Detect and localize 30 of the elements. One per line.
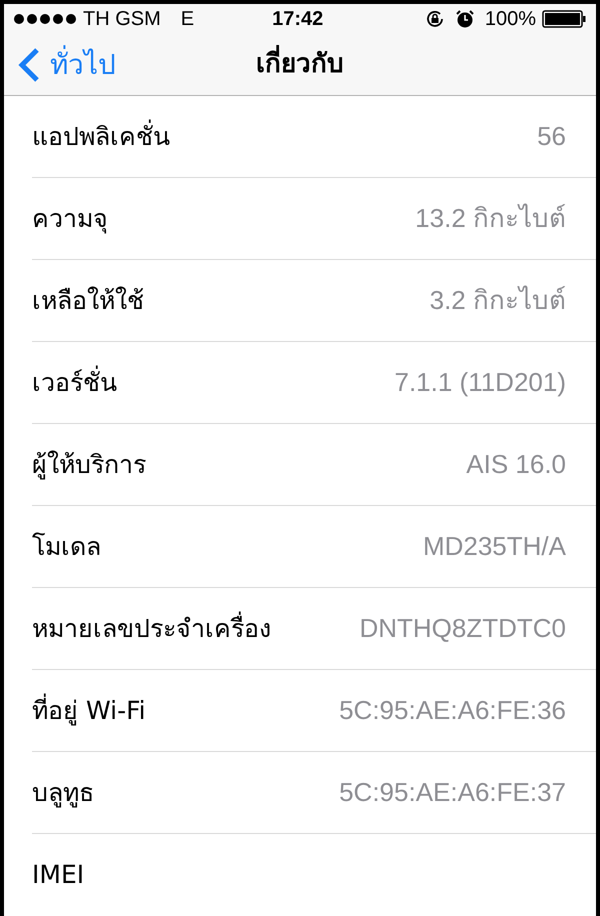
battery-icon: [542, 10, 586, 28]
rotation-lock-icon: [424, 9, 445, 29]
row-label: ความจุ: [32, 202, 108, 236]
row-value: AIS 16.0: [466, 448, 566, 481]
row-value: MD235TH/A: [422, 530, 566, 563]
page-title: เกี่ยวกับ: [256, 45, 344, 84]
row-label: เหลือให้ใช้: [32, 284, 144, 317]
row-label: โมเดล: [32, 530, 101, 563]
row-label: ผู้ให้บริการ: [32, 448, 146, 482]
row-value: 13.2 กิกะไบต์: [415, 202, 566, 235]
alarm-icon: [454, 9, 475, 29]
row-label: IMEI: [32, 859, 84, 892]
row-value: 3.2 กิกะไบต์: [430, 284, 566, 317]
battery-percent: 100%: [484, 7, 536, 32]
chevron-left-icon: [18, 46, 40, 82]
row-label: บลูทูธ: [32, 776, 94, 810]
clock: 17:42: [272, 7, 324, 32]
row-value: 56: [537, 120, 566, 153]
row-label: แอปพลิเคชั่น: [32, 118, 170, 153]
row-label: เวอร์ชั่น: [32, 364, 117, 399]
carrier-name: TH GSM: [83, 7, 161, 32]
row-value: 5C:95:AE:A6:FE:36: [339, 694, 566, 727]
back-button[interactable]: ทั่วไป: [4, 44, 116, 86]
row-label: ที่อยู่ Wi-Fi: [32, 692, 146, 728]
signal-icon: [14, 14, 76, 24]
row-label: หมายเลขประจำเครื่อง: [32, 610, 271, 645]
row-value: 7.1.1 (11D201): [394, 366, 566, 399]
network-type: E: [180, 7, 194, 32]
row-value: DNTHQ8ZTDTC0: [359, 612, 566, 645]
row-value: 5C:95:AE:A6:FE:37: [339, 776, 566, 809]
